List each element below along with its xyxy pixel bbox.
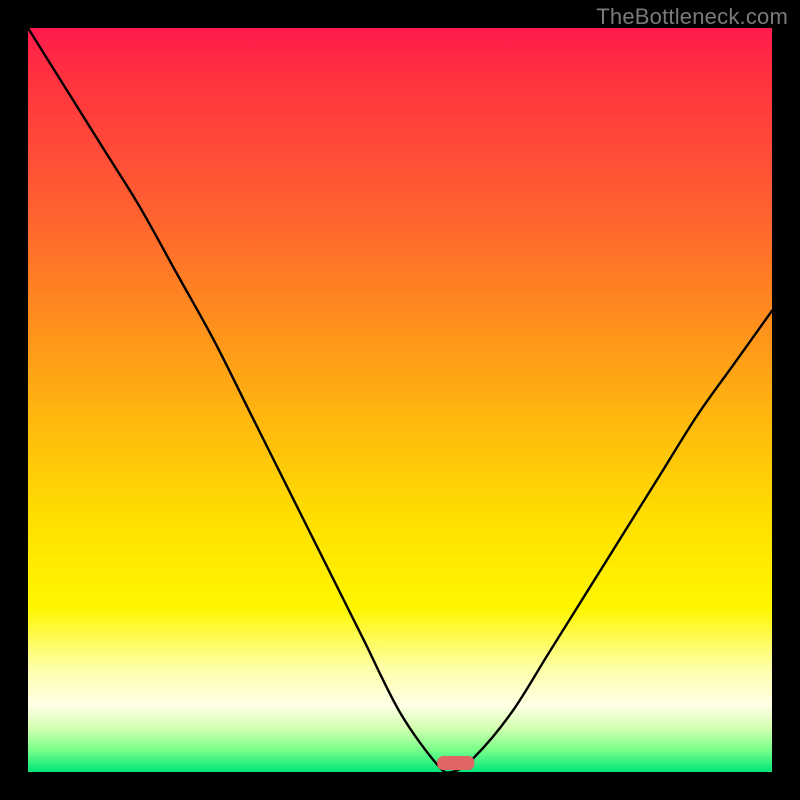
chart-svg — [28, 28, 772, 772]
chart-frame: TheBottleneck.com — [0, 0, 800, 800]
optimal-range-marker — [437, 756, 474, 770]
plot-area — [28, 28, 772, 772]
watermark-text: TheBottleneck.com — [596, 4, 788, 30]
bottleneck-curve — [28, 28, 772, 772]
